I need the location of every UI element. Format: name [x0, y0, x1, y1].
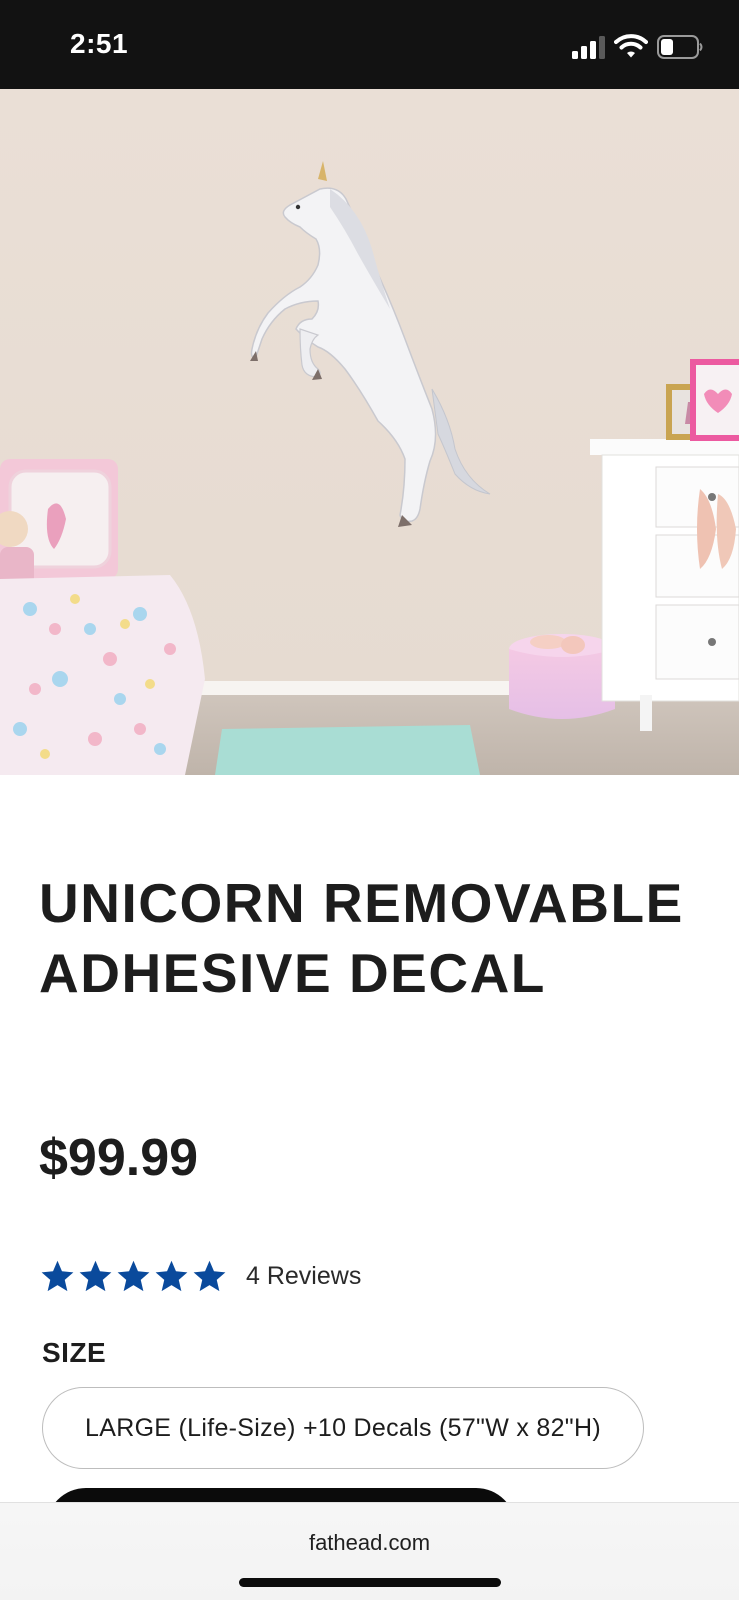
rug-illustration	[215, 725, 480, 775]
reviews-link[interactable]: 4 Reviews	[246, 1262, 361, 1291]
star-icon	[41, 1260, 74, 1291]
battery-icon	[657, 35, 703, 59]
size-select[interactable]: LARGE (Life-Size) +10 Decals (57"W x 82"…	[42, 1387, 644, 1469]
status-time: 2:51	[70, 28, 129, 59]
star-icon	[155, 1260, 188, 1291]
size-select-value: LARGE (Life-Size) +10 Decals (57"W x 82"…	[85, 1413, 601, 1442]
product-price: $99.99	[39, 1129, 199, 1187]
wifi-icon	[614, 34, 648, 58]
home-indicator[interactable]	[239, 1578, 501, 1587]
browser-bottom-bar: fathead.com	[0, 1502, 739, 1600]
product-image[interactable]	[0, 89, 739, 775]
product-title: UNICORN REMOVABLE ADHESIVE DECAL	[39, 872, 684, 1004]
star-icon	[117, 1260, 150, 1291]
star-icon	[193, 1260, 226, 1291]
size-label: SIZE	[42, 1337, 107, 1368]
cellular-signal-icon	[572, 35, 606, 59]
product-photo-illustration	[0, 89, 739, 775]
star-icon	[79, 1260, 112, 1291]
status-bar: 2:51	[0, 0, 739, 89]
address-bar[interactable]: fathead.com	[0, 1530, 739, 1556]
product-rating[interactable]: 4 Reviews	[39, 1256, 361, 1296]
star-rating	[39, 1258, 228, 1295]
ottoman-illustration	[509, 634, 615, 719]
